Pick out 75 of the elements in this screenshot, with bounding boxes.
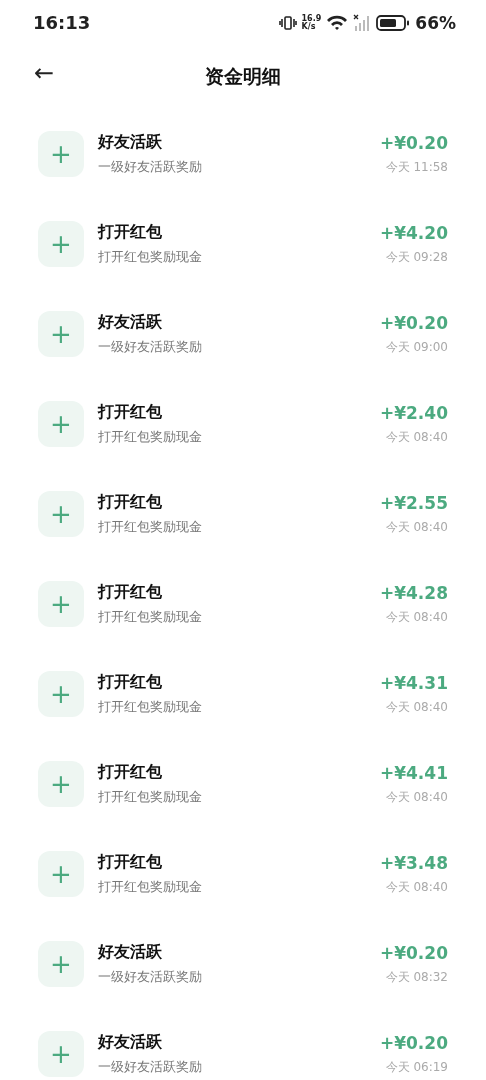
record-title: 好友活跃 bbox=[98, 942, 163, 963]
vibrate-icon bbox=[278, 14, 297, 31]
record-description: 打开红包奖励现金 bbox=[98, 248, 203, 266]
record-amount: +¥3.48 bbox=[379, 852, 448, 873]
record-item[interactable]: + 打开红包 打开红包奖励现金 +¥4.41 今天 08:40 bbox=[0, 739, 486, 829]
signal-icon bbox=[353, 13, 372, 32]
record-time: 今天 08:40 bbox=[385, 518, 448, 536]
status-time: 16:13 bbox=[33, 12, 91, 33]
record-title: 好友活跃 bbox=[98, 312, 163, 333]
plus-icon: + bbox=[38, 1031, 84, 1077]
record-description: 打开红包奖励现金 bbox=[98, 788, 203, 806]
record-title: 打开红包 bbox=[98, 852, 163, 873]
record-item[interactable]: + 好友活跃 一级好友活跃奖励 +¥0.20 今天 08:32 bbox=[0, 919, 486, 1009]
record-item[interactable]: + 好友活跃 一级好友活跃奖励 +¥0.20 今天 09:00 bbox=[0, 289, 486, 379]
record-time: 今天 09:28 bbox=[385, 248, 448, 266]
record-time: 今天 08:40 bbox=[385, 608, 448, 626]
record-amount: +¥4.41 bbox=[379, 762, 448, 783]
record-item[interactable]: + 打开红包 打开红包奖励现金 +¥3.48 今天 08:40 bbox=[0, 829, 486, 919]
record-title: 打开红包 bbox=[98, 492, 163, 513]
record-time: 今天 09:00 bbox=[385, 338, 448, 356]
battery-icon bbox=[376, 13, 411, 32]
record-description: 打开红包奖励现金 bbox=[98, 518, 203, 536]
record-amount: +¥0.20 bbox=[379, 1032, 448, 1053]
record-item[interactable]: + 打开红包 打开红包奖励现金 +¥4.28 今天 08:40 bbox=[0, 559, 486, 649]
record-title: 打开红包 bbox=[98, 672, 163, 693]
plus-icon: + bbox=[38, 401, 84, 447]
record-amount: +¥4.20 bbox=[379, 222, 448, 243]
record-title: 好友活跃 bbox=[98, 132, 163, 153]
record-time: 今天 08:40 bbox=[385, 788, 448, 806]
record-amount: +¥0.20 bbox=[379, 942, 448, 963]
record-item[interactable]: + 好友活跃 一级好友活跃奖励 +¥0.20 今天 11:58 bbox=[0, 109, 486, 199]
network-speed: 16.9 K/s bbox=[301, 14, 322, 31]
battery-percent: 66% bbox=[415, 12, 456, 33]
wifi-icon bbox=[326, 14, 349, 31]
record-description: 一级好友活跃奖励 bbox=[98, 158, 203, 176]
record-item[interactable]: + 打开红包 打开红包奖励现金 +¥4.20 今天 09:28 bbox=[0, 199, 486, 289]
plus-icon: + bbox=[38, 491, 84, 537]
record-amount: +¥2.55 bbox=[379, 492, 448, 513]
record-time: 今天 08:40 bbox=[385, 878, 448, 896]
record-title: 打开红包 bbox=[98, 582, 163, 603]
record-time: 今天 08:40 bbox=[385, 698, 448, 716]
record-description: 打开红包奖励现金 bbox=[98, 698, 203, 716]
record-description: 一级好友活跃奖励 bbox=[98, 338, 203, 356]
record-time: 今天 08:32 bbox=[385, 968, 448, 986]
record-time: 今天 08:40 bbox=[385, 428, 448, 446]
record-item[interactable]: + 打开红包 打开红包奖励现金 +¥4.31 今天 08:40 bbox=[0, 649, 486, 739]
record-amount: +¥4.28 bbox=[379, 582, 448, 603]
record-description: 打开红包奖励现金 bbox=[98, 878, 203, 896]
record-item[interactable]: + 打开红包 打开红包奖励现金 +¥2.55 今天 08:40 bbox=[0, 469, 486, 559]
record-title: 好友活跃 bbox=[98, 1032, 163, 1053]
back-button[interactable]: ← bbox=[30, 59, 59, 87]
record-item[interactable]: + 好友活跃 一级好友活跃奖励 +¥0.20 今天 06:19 bbox=[0, 1009, 486, 1080]
record-item[interactable]: + 打开红包 打开红包奖励现金 +¥2.40 今天 08:40 bbox=[0, 379, 486, 469]
plus-icon: + bbox=[38, 131, 84, 177]
plus-icon: + bbox=[38, 221, 84, 267]
record-amount: +¥0.20 bbox=[379, 312, 448, 333]
record-time: 今天 06:19 bbox=[385, 1058, 448, 1076]
record-title: 打开红包 bbox=[98, 222, 163, 243]
page-title: 资金明细 bbox=[205, 64, 281, 89]
record-title: 打开红包 bbox=[98, 402, 163, 423]
plus-icon: + bbox=[38, 671, 84, 717]
plus-icon: + bbox=[38, 941, 84, 987]
record-description: 打开红包奖励现金 bbox=[98, 428, 203, 446]
record-amount: +¥4.31 bbox=[379, 672, 448, 693]
record-time: 今天 11:58 bbox=[385, 158, 448, 176]
record-description: 打开红包奖励现金 bbox=[98, 608, 203, 626]
plus-icon: + bbox=[38, 851, 84, 897]
record-amount: +¥2.40 bbox=[379, 402, 448, 423]
plus-icon: + bbox=[38, 581, 84, 627]
record-description: 一级好友活跃奖励 bbox=[98, 1058, 203, 1076]
record-description: 一级好友活跃奖励 bbox=[98, 968, 203, 986]
plus-icon: + bbox=[38, 761, 84, 807]
record-title: 打开红包 bbox=[98, 762, 163, 783]
record-amount: +¥0.20 bbox=[379, 132, 448, 153]
plus-icon: + bbox=[38, 311, 84, 357]
